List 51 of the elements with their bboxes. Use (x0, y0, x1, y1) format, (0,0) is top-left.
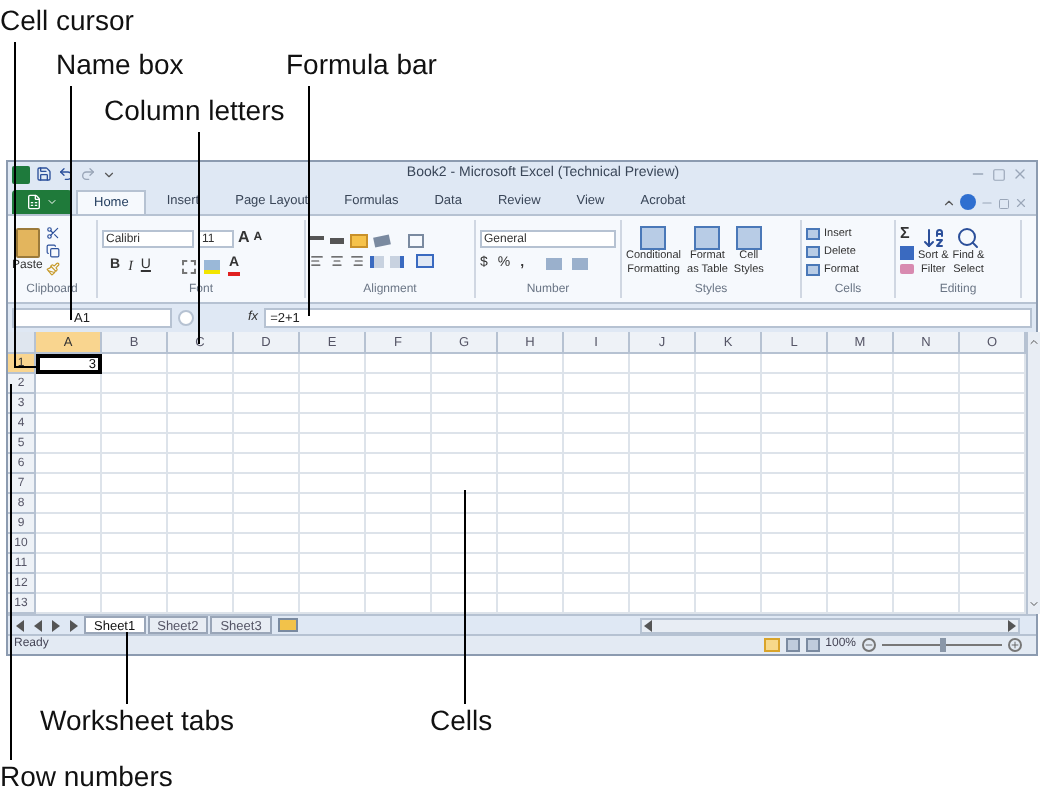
save-icon[interactable] (36, 166, 52, 183)
clipboard-icon (15, 228, 40, 259)
table-icon (640, 226, 667, 251)
callout-label: Name box (56, 48, 184, 80)
collapse-ribbon-icon[interactable] (942, 196, 956, 211)
close-icon[interactable] (1012, 166, 1028, 183)
caret-icon (46, 196, 58, 209)
insert-sheet-icon[interactable] (277, 618, 298, 632)
page-break-view-icon[interactable] (805, 638, 820, 652)
table-icon (694, 226, 721, 251)
callout-label: Formula bar (286, 48, 437, 80)
zoom-slider-thumb[interactable] (939, 638, 945, 652)
close-icon[interactable] (1014, 196, 1028, 211)
scroll-up-icon[interactable] (1028, 336, 1040, 348)
merge-icon[interactable] (416, 254, 434, 269)
callout-label: Column letters (104, 94, 285, 126)
zoom-in-icon[interactable] (1008, 638, 1022, 652)
vertical-scrollbar[interactable] (1026, 332, 1040, 614)
search-icon (956, 226, 981, 251)
align-right-icon[interactable] (350, 254, 364, 269)
horizontal-scrollbar[interactable] (640, 617, 1020, 633)
leader-line (126, 632, 128, 704)
align-center-icon[interactable] (330, 254, 344, 269)
border-icon[interactable] (182, 259, 197, 274)
zoom-slider[interactable] (882, 638, 1002, 652)
callout-label: Worksheet tabs (40, 704, 235, 736)
callout-label: Row numbers (0, 760, 173, 792)
align-middle-icon[interactable] (330, 238, 344, 245)
align-left-icon[interactable] (310, 254, 324, 269)
zoom-out-icon[interactable] (862, 638, 876, 652)
callout-label: Cell cursor (0, 4, 134, 36)
restore-icon[interactable] (998, 198, 1010, 211)
autosum-button[interactable]: Σ (900, 226, 914, 243)
scroll-down-icon[interactable] (1028, 598, 1040, 610)
eraser-icon[interactable] (900, 264, 914, 275)
copy-icon[interactable] (46, 244, 61, 259)
document-icon (26, 194, 42, 211)
cut-icon[interactable] (46, 226, 61, 241)
sort-icon (921, 226, 946, 251)
normal-view-icon[interactable] (763, 638, 780, 652)
wrap-text-icon[interactable] (408, 234, 424, 249)
align-bottom-icon[interactable] (350, 234, 368, 249)
grow-font-button[interactable]: A (238, 226, 250, 251)
help-icon[interactable] (960, 194, 976, 211)
table-icon (735, 226, 762, 251)
select-all-corner[interactable] (8, 332, 36, 354)
file-menu-button[interactable] (12, 190, 72, 215)
callout-label: Cells (430, 704, 493, 736)
fill-color-icon[interactable] (204, 259, 221, 274)
page-layout-view-icon[interactable] (785, 638, 800, 652)
caret-icon[interactable] (102, 167, 116, 182)
